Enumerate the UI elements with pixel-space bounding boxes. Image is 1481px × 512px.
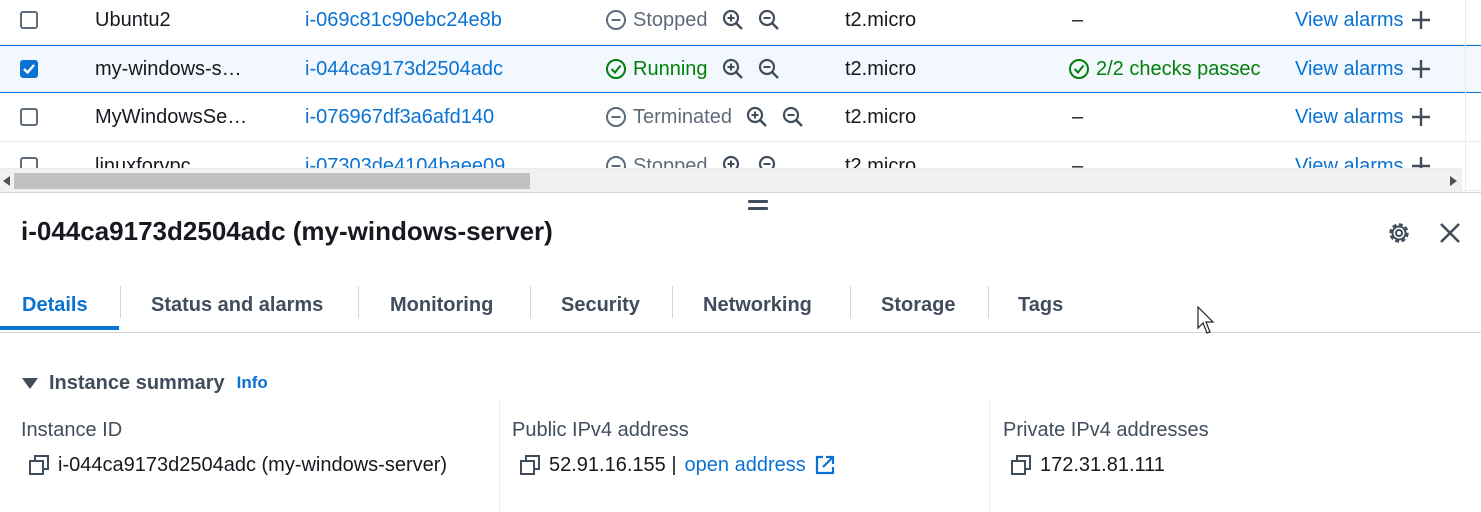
tab-separator: [672, 286, 673, 318]
info-link[interactable]: Info: [237, 373, 268, 393]
table-row-selected[interactable]: my-windows-s… i-044ca9173d2504adc Runnin…: [0, 45, 1481, 93]
private-ipv4-text: 172.31.81.111: [1040, 453, 1165, 476]
plus-icon[interactable]: [1410, 9, 1432, 31]
caret-down-icon[interactable]: [21, 374, 39, 392]
status-checks-label: 2/2 checks passec: [1096, 57, 1261, 80]
status-checks: –: [1072, 105, 1084, 128]
instances-table: Ubuntu2 i-069c81c90ebc24e8b Stopped t2.m…: [0, 0, 1481, 192]
status-checks: –: [1072, 8, 1084, 31]
public-ipv4-label: Public IPv4 address: [512, 419, 689, 441]
open-address-link[interactable]: open address: [685, 454, 806, 477]
settings-button[interactable]: [1385, 219, 1413, 247]
copy-icon[interactable]: [28, 454, 50, 476]
detail-tabs: Details Status and alarms Monitoring Sec…: [0, 278, 1481, 333]
instance-summary-header[interactable]: Instance summary Info: [21, 368, 268, 398]
instance-id-link[interactable]: i-076967df3a6afd140: [305, 93, 494, 141]
state-label: Terminated: [633, 105, 732, 128]
horizontal-scrollbar[interactable]: [0, 168, 1462, 192]
scroll-left-arrow-icon[interactable]: [0, 173, 14, 189]
row-checkbox[interactable]: [20, 60, 38, 78]
check-circle-icon: [606, 59, 626, 79]
instance-id-text: i-044ca9173d2504adc (my-windows-server): [58, 453, 448, 476]
row-checkbox[interactable]: [20, 11, 38, 29]
instance-type: t2.micro: [845, 57, 917, 80]
tab-networking[interactable]: Networking: [703, 278, 812, 332]
view-alarms-label: View alarms: [1295, 57, 1404, 80]
instances-table-body: Ubuntu2 i-069c81c90ebc24e8b Stopped t2.m…: [0, 0, 1481, 191]
instance-id-value: i-044ca9173d2504adc (my-windows-server): [28, 452, 447, 478]
column-divider: [989, 402, 990, 512]
check-circle-icon: [1069, 59, 1089, 79]
row-checkbox[interactable]: [20, 108, 38, 126]
split-panel-divider: [0, 192, 1481, 193]
checkmark-icon: [23, 64, 35, 75]
instance-type: t2.micro: [845, 105, 917, 128]
copy-icon[interactable]: [1010, 454, 1032, 476]
view-alarms-link[interactable]: View alarms: [1295, 46, 1432, 92]
external-link-icon[interactable]: [814, 454, 836, 476]
instance-state: Stopped: [605, 9, 708, 32]
copy-icon[interactable]: [519, 454, 541, 476]
instance-state: Running: [605, 58, 708, 81]
view-alarms-label: View alarms: [1295, 8, 1404, 31]
detail-panel-title: i-044ca9173d2504adc (my-windows-server): [21, 216, 553, 246]
plus-icon[interactable]: [1410, 58, 1432, 80]
zoom-out-icon[interactable]: [758, 9, 780, 31]
view-alarms-link[interactable]: View alarms: [1295, 0, 1432, 44]
zoom-in-icon[interactable]: [722, 9, 744, 31]
gear-icon: [1389, 223, 1409, 243]
tab-status-and-alarms[interactable]: Status and alarms: [151, 278, 323, 332]
table-row[interactable]: MyWindowsSe… i-076967df3a6afd140 Termina…: [0, 93, 1481, 142]
instance-name: my-windows-s…: [95, 57, 242, 80]
instance-type: t2.micro: [845, 8, 917, 31]
close-panel-button[interactable]: [1436, 219, 1464, 247]
tab-tags[interactable]: Tags: [1018, 278, 1063, 332]
mouse-cursor-icon: [1197, 306, 1215, 334]
state-label: Running: [633, 57, 708, 80]
instance-id-label: Instance ID: [21, 419, 123, 441]
instance-id-link[interactable]: i-069c81c90ebc24e8b: [305, 0, 502, 44]
tab-separator: [358, 286, 359, 318]
tab-separator: [530, 286, 531, 318]
status-checks: 2/2 checks passec: [1068, 58, 1261, 81]
tab-separator: [120, 286, 121, 318]
section-title: Instance summary: [49, 371, 225, 394]
view-alarms-link[interactable]: View alarms: [1295, 93, 1432, 141]
zoom-in-icon[interactable]: [722, 58, 744, 80]
table-edge-divider: [1465, 0, 1466, 192]
public-ipv4-text: 52.91.16.155 |: [549, 453, 677, 476]
instance-name: MyWindowsSe…: [95, 105, 248, 128]
zoom-in-icon[interactable]: [746, 106, 768, 128]
instance-state: Terminated: [605, 106, 732, 129]
active-tab-indicator: [0, 326, 119, 330]
scroll-right-arrow-icon[interactable]: [1446, 173, 1460, 189]
tab-storage[interactable]: Storage: [881, 278, 955, 332]
table-row[interactable]: Ubuntu2 i-069c81c90ebc24e8b Stopped t2.m…: [0, 0, 1481, 45]
public-ipv4-value: 52.91.16.155 | open address: [519, 452, 836, 478]
tab-security[interactable]: Security: [561, 278, 640, 332]
plus-icon[interactable]: [1410, 106, 1432, 128]
instance-name: Ubuntu2: [95, 8, 171, 31]
private-ipv4-value: 172.31.81.111: [1010, 452, 1165, 478]
tab-monitoring[interactable]: Monitoring: [390, 278, 493, 332]
tab-separator: [988, 286, 989, 318]
zoom-out-icon[interactable]: [782, 106, 804, 128]
private-ipv4-label: Private IPv4 addresses: [1003, 419, 1209, 441]
stopped-circle-icon: [606, 107, 626, 127]
state-label: Stopped: [633, 8, 708, 31]
scrollbar-thumb[interactable]: [14, 173, 530, 189]
tab-details[interactable]: Details: [22, 278, 88, 332]
resize-handle-icon[interactable]: [748, 200, 768, 214]
close-icon: [1440, 223, 1460, 243]
stopped-circle-icon: [606, 10, 626, 30]
view-alarms-label: View alarms: [1295, 105, 1404, 128]
column-divider: [499, 402, 500, 512]
tab-separator: [850, 286, 851, 318]
instance-id-link[interactable]: i-044ca9173d2504adc: [305, 46, 503, 92]
zoom-out-icon[interactable]: [758, 58, 780, 80]
